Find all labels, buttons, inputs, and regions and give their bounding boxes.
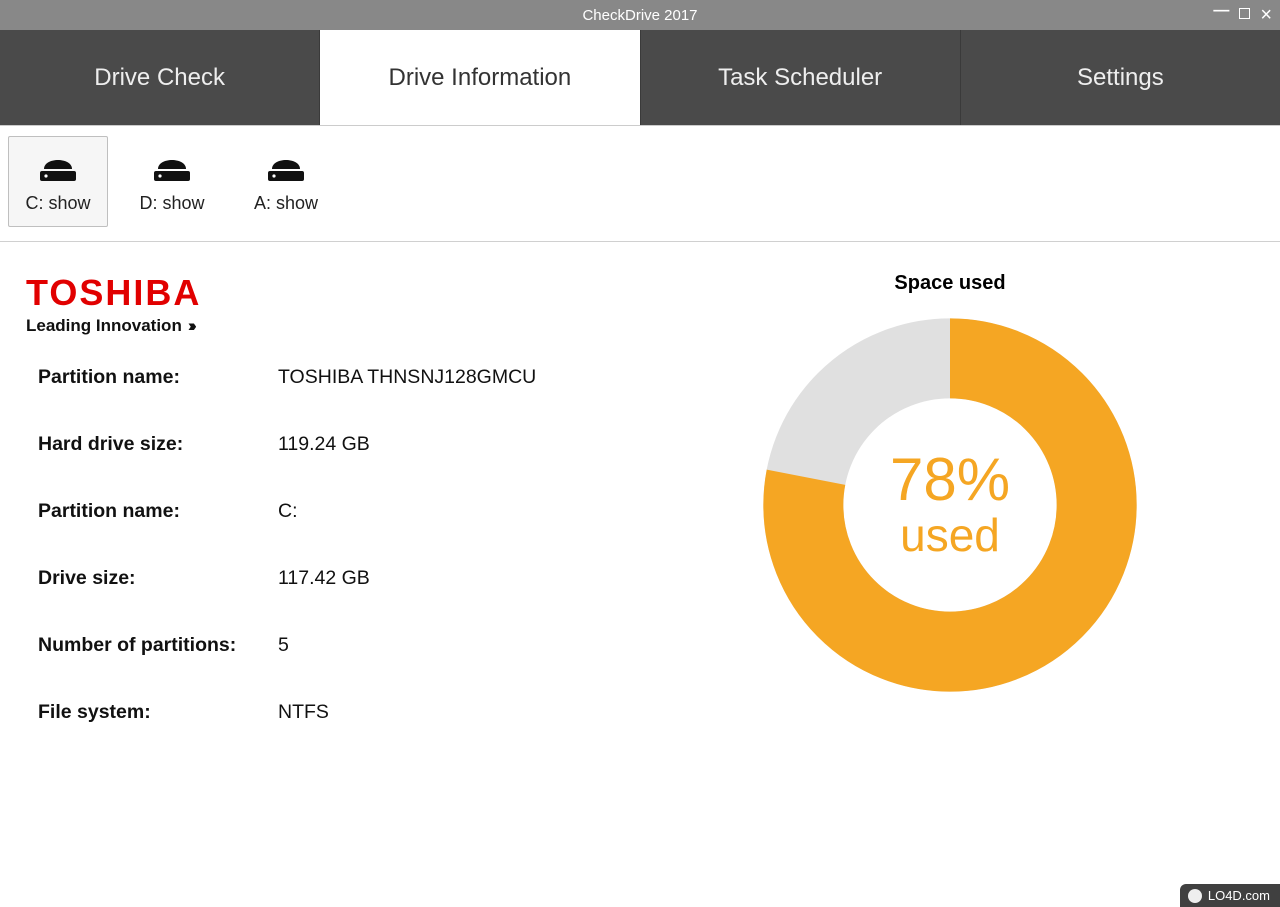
brand-tagline: Leading Innovation ››› [26, 316, 646, 336]
tab-drive-check[interactable]: Drive Check [0, 30, 320, 125]
prop-label: Number of partitions: [38, 634, 278, 657]
tab-drive-information[interactable]: Drive Information [320, 30, 640, 125]
drive-a-button[interactable]: A: show [236, 136, 336, 227]
close-button[interactable]: × [1260, 5, 1272, 25]
watermark-badge: LO4D.com [1180, 884, 1280, 907]
prop-label: Partition name: [38, 500, 278, 523]
prop-label: Partition name: [38, 366, 278, 389]
minimize-button[interactable]: — [1213, 3, 1229, 19]
main-tabs: Drive Check Drive Information Task Sched… [0, 30, 1280, 126]
prop-drive-size: Drive size: 117.42 GB [38, 567, 646, 590]
prop-value: 5 [278, 634, 289, 657]
watermark-text: LO4D.com [1208, 888, 1270, 903]
window-controls: — × [1213, 0, 1272, 30]
prop-label: Hard drive size: [38, 433, 278, 456]
watermark-icon [1188, 889, 1202, 903]
prop-hdd-size: Hard drive size: 119.24 GB [38, 433, 646, 456]
donut-center-label: 78% used [750, 305, 1150, 705]
prop-file-system: File system: NTFS [38, 701, 646, 724]
hdd-icon [266, 147, 306, 183]
prop-partition-letter: Partition name: C: [38, 500, 646, 523]
prop-value: TOSHIBA THNSNJ128GMCU [278, 366, 536, 389]
brand-name: TOSHIBA [26, 272, 646, 314]
drive-toolbar: C: show D: show A: show [0, 126, 1280, 242]
drive-a-label: A: show [254, 193, 318, 213]
prop-value: C: [278, 500, 298, 523]
tab-settings[interactable]: Settings [961, 30, 1280, 125]
prop-label: File system: [38, 701, 278, 724]
window-title: CheckDrive 2017 [582, 7, 697, 24]
prop-value: 119.24 GB [278, 433, 370, 456]
chart-title: Space used [894, 272, 1005, 295]
prop-num-partitions: Number of partitions: 5 [38, 634, 646, 657]
tab-task-scheduler[interactable]: Task Scheduler [641, 30, 961, 125]
drive-d-label: D: show [139, 193, 204, 213]
hdd-icon [152, 147, 192, 183]
drive-c-label: C: show [25, 193, 90, 213]
drive-c-button[interactable]: C: show [8, 136, 108, 227]
properties-list: Partition name: TOSHIBA THNSNJ128GMCU Ha… [26, 366, 646, 724]
prop-label: Drive size: [38, 567, 278, 590]
brand-tagline-text: Leading Innovation [26, 316, 182, 336]
chart-panel: Space used 78% used [646, 272, 1254, 768]
title-bar: CheckDrive 2017 — × [0, 0, 1280, 30]
hdd-icon [38, 147, 78, 183]
donut-used-text: used [900, 510, 1000, 561]
drive-d-button[interactable]: D: show [122, 136, 222, 227]
prop-partition-name: Partition name: TOSHIBA THNSNJ128GMCU [38, 366, 646, 389]
space-used-donut: 78% used [750, 305, 1150, 705]
donut-percent: 78% [890, 450, 1010, 510]
maximize-button[interactable] [1239, 7, 1250, 23]
info-panel: TOSHIBA Leading Innovation ››› Partition… [26, 272, 646, 768]
prop-value: 117.42 GB [278, 567, 370, 590]
chevron-right-icon: ››› [188, 316, 193, 336]
prop-value: NTFS [278, 701, 329, 724]
content-area: TOSHIBA Leading Innovation ››› Partition… [0, 242, 1280, 768]
